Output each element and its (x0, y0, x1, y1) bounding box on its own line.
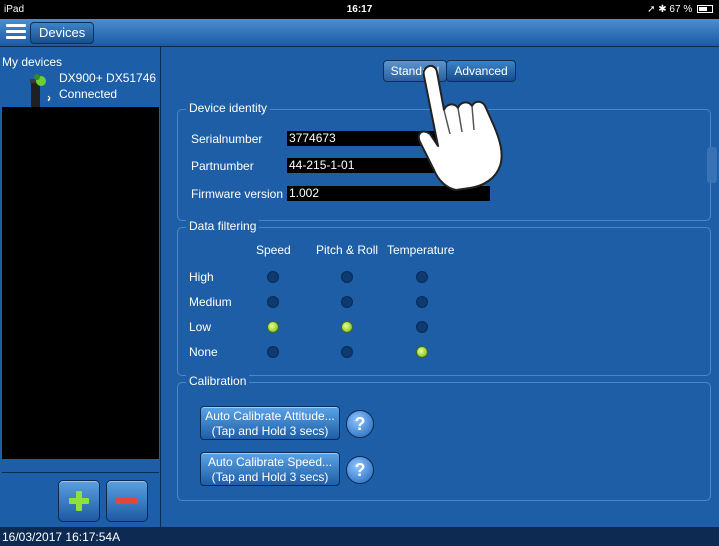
radio-temperature-medium[interactable] (416, 296, 428, 308)
column-pitch-roll: Pitch & Roll (316, 243, 379, 257)
my-devices-title: My devices (2, 55, 63, 69)
calibration-title: Calibration (186, 374, 250, 388)
app-toolbar: Devices (0, 19, 719, 47)
data-filtering-title: Data filtering (186, 219, 260, 233)
attitude-button-line1: Auto Calibrate Attitude... (205, 409, 335, 423)
location-icon: ➚ (647, 4, 656, 15)
column-temperature: Temperature (387, 243, 455, 257)
status-time: 16:17 (346, 4, 373, 15)
radio-pitch-roll-none[interactable] (341, 346, 353, 358)
device-sidebar: My devices DX900+ DX51746 Connected (0, 47, 161, 527)
auto-calibrate-speed-button[interactable]: Auto Calibrate Speed... (Tap and Hold 3 … (200, 452, 340, 486)
help-icon[interactable]: ? (346, 410, 374, 438)
divider (2, 472, 159, 473)
serialnumber-label: Serialnumber (191, 132, 263, 146)
remove-device-button[interactable] (106, 480, 148, 522)
battery-icon (697, 5, 713, 13)
calibration-group: Calibration Auto Calibrate Attitude... (… (177, 374, 711, 501)
help-icon[interactable]: ? (346, 456, 374, 484)
data-filtering-group: Data filtering Speed Pitch & Roll Temper… (177, 219, 711, 376)
serialnumber-value: 3774673 (287, 131, 490, 146)
attitude-button-line2: (Tap and Hold 3 secs) (211, 424, 329, 438)
auto-calibrate-attitude-button[interactable]: Auto Calibrate Attitude... (Tap and Hold… (200, 406, 340, 440)
radio-pitch-roll-medium[interactable] (341, 296, 353, 308)
hamburger-icon[interactable] (4, 22, 28, 42)
row-high: High (189, 270, 214, 284)
device-identity-title: Device identity (186, 101, 271, 115)
devices-button[interactable]: Devices (30, 22, 95, 44)
add-device-button[interactable] (58, 480, 100, 522)
radio-pitch-roll-low[interactable] (341, 321, 353, 333)
radio-speed-medium[interactable] (267, 296, 279, 308)
device-list-area (2, 107, 159, 459)
radio-temperature-none[interactable] (416, 346, 428, 358)
timestamp: 16/03/2017 16:17:54A (2, 530, 121, 544)
ios-status-bar: iPad 16:17 ➚ ✱ 67 % (0, 0, 719, 19)
row-low: Low (189, 320, 212, 334)
speed-button-line2: (Tap and Hold 3 secs) (211, 470, 329, 484)
tab-advanced[interactable]: Advanced (446, 60, 516, 82)
device-identity-group: Device identity Serialnumber 3774673 Par… (177, 101, 711, 221)
device-settings-panel: Standard Advanced Device identity Serial… (161, 47, 719, 527)
speed-button-line1: Auto Calibrate Speed... (207, 455, 333, 469)
firmware-version-value: 1.002 (287, 186, 490, 201)
minus-icon (116, 498, 138, 504)
tab-standard[interactable]: Standard (383, 60, 447, 82)
radio-pitch-roll-high[interactable] (341, 271, 353, 283)
radio-speed-none[interactable] (267, 346, 279, 358)
device-status: Connected (59, 87, 118, 101)
radio-speed-high[interactable] (267, 271, 279, 283)
battery-percentage: 67 % (669, 4, 693, 15)
radio-speed-low[interactable] (267, 321, 279, 333)
radio-temperature-low[interactable] (416, 321, 428, 333)
radio-temperature-high[interactable] (416, 271, 428, 283)
bottom-status-bar: 16/03/2017 16:17:54A (0, 527, 719, 546)
row-medium: Medium (189, 295, 232, 309)
partnumber-value: 44-215-1-01 (287, 158, 490, 173)
row-none: None (189, 345, 218, 359)
partnumber-label: Partnumber (191, 159, 254, 173)
device-name[interactable]: DX900+ DX51746 (59, 71, 156, 85)
status-right-cluster: ➚ ✱ 67 % (647, 4, 713, 15)
plus-icon (69, 491, 89, 511)
sensor-device-icon[interactable] (28, 71, 56, 109)
column-speed: Speed (256, 243, 291, 257)
bluetooth-icon: ✱ (658, 4, 667, 15)
scroll-handle[interactable] (707, 147, 717, 183)
firmware-version-label: Firmware version (191, 187, 284, 201)
